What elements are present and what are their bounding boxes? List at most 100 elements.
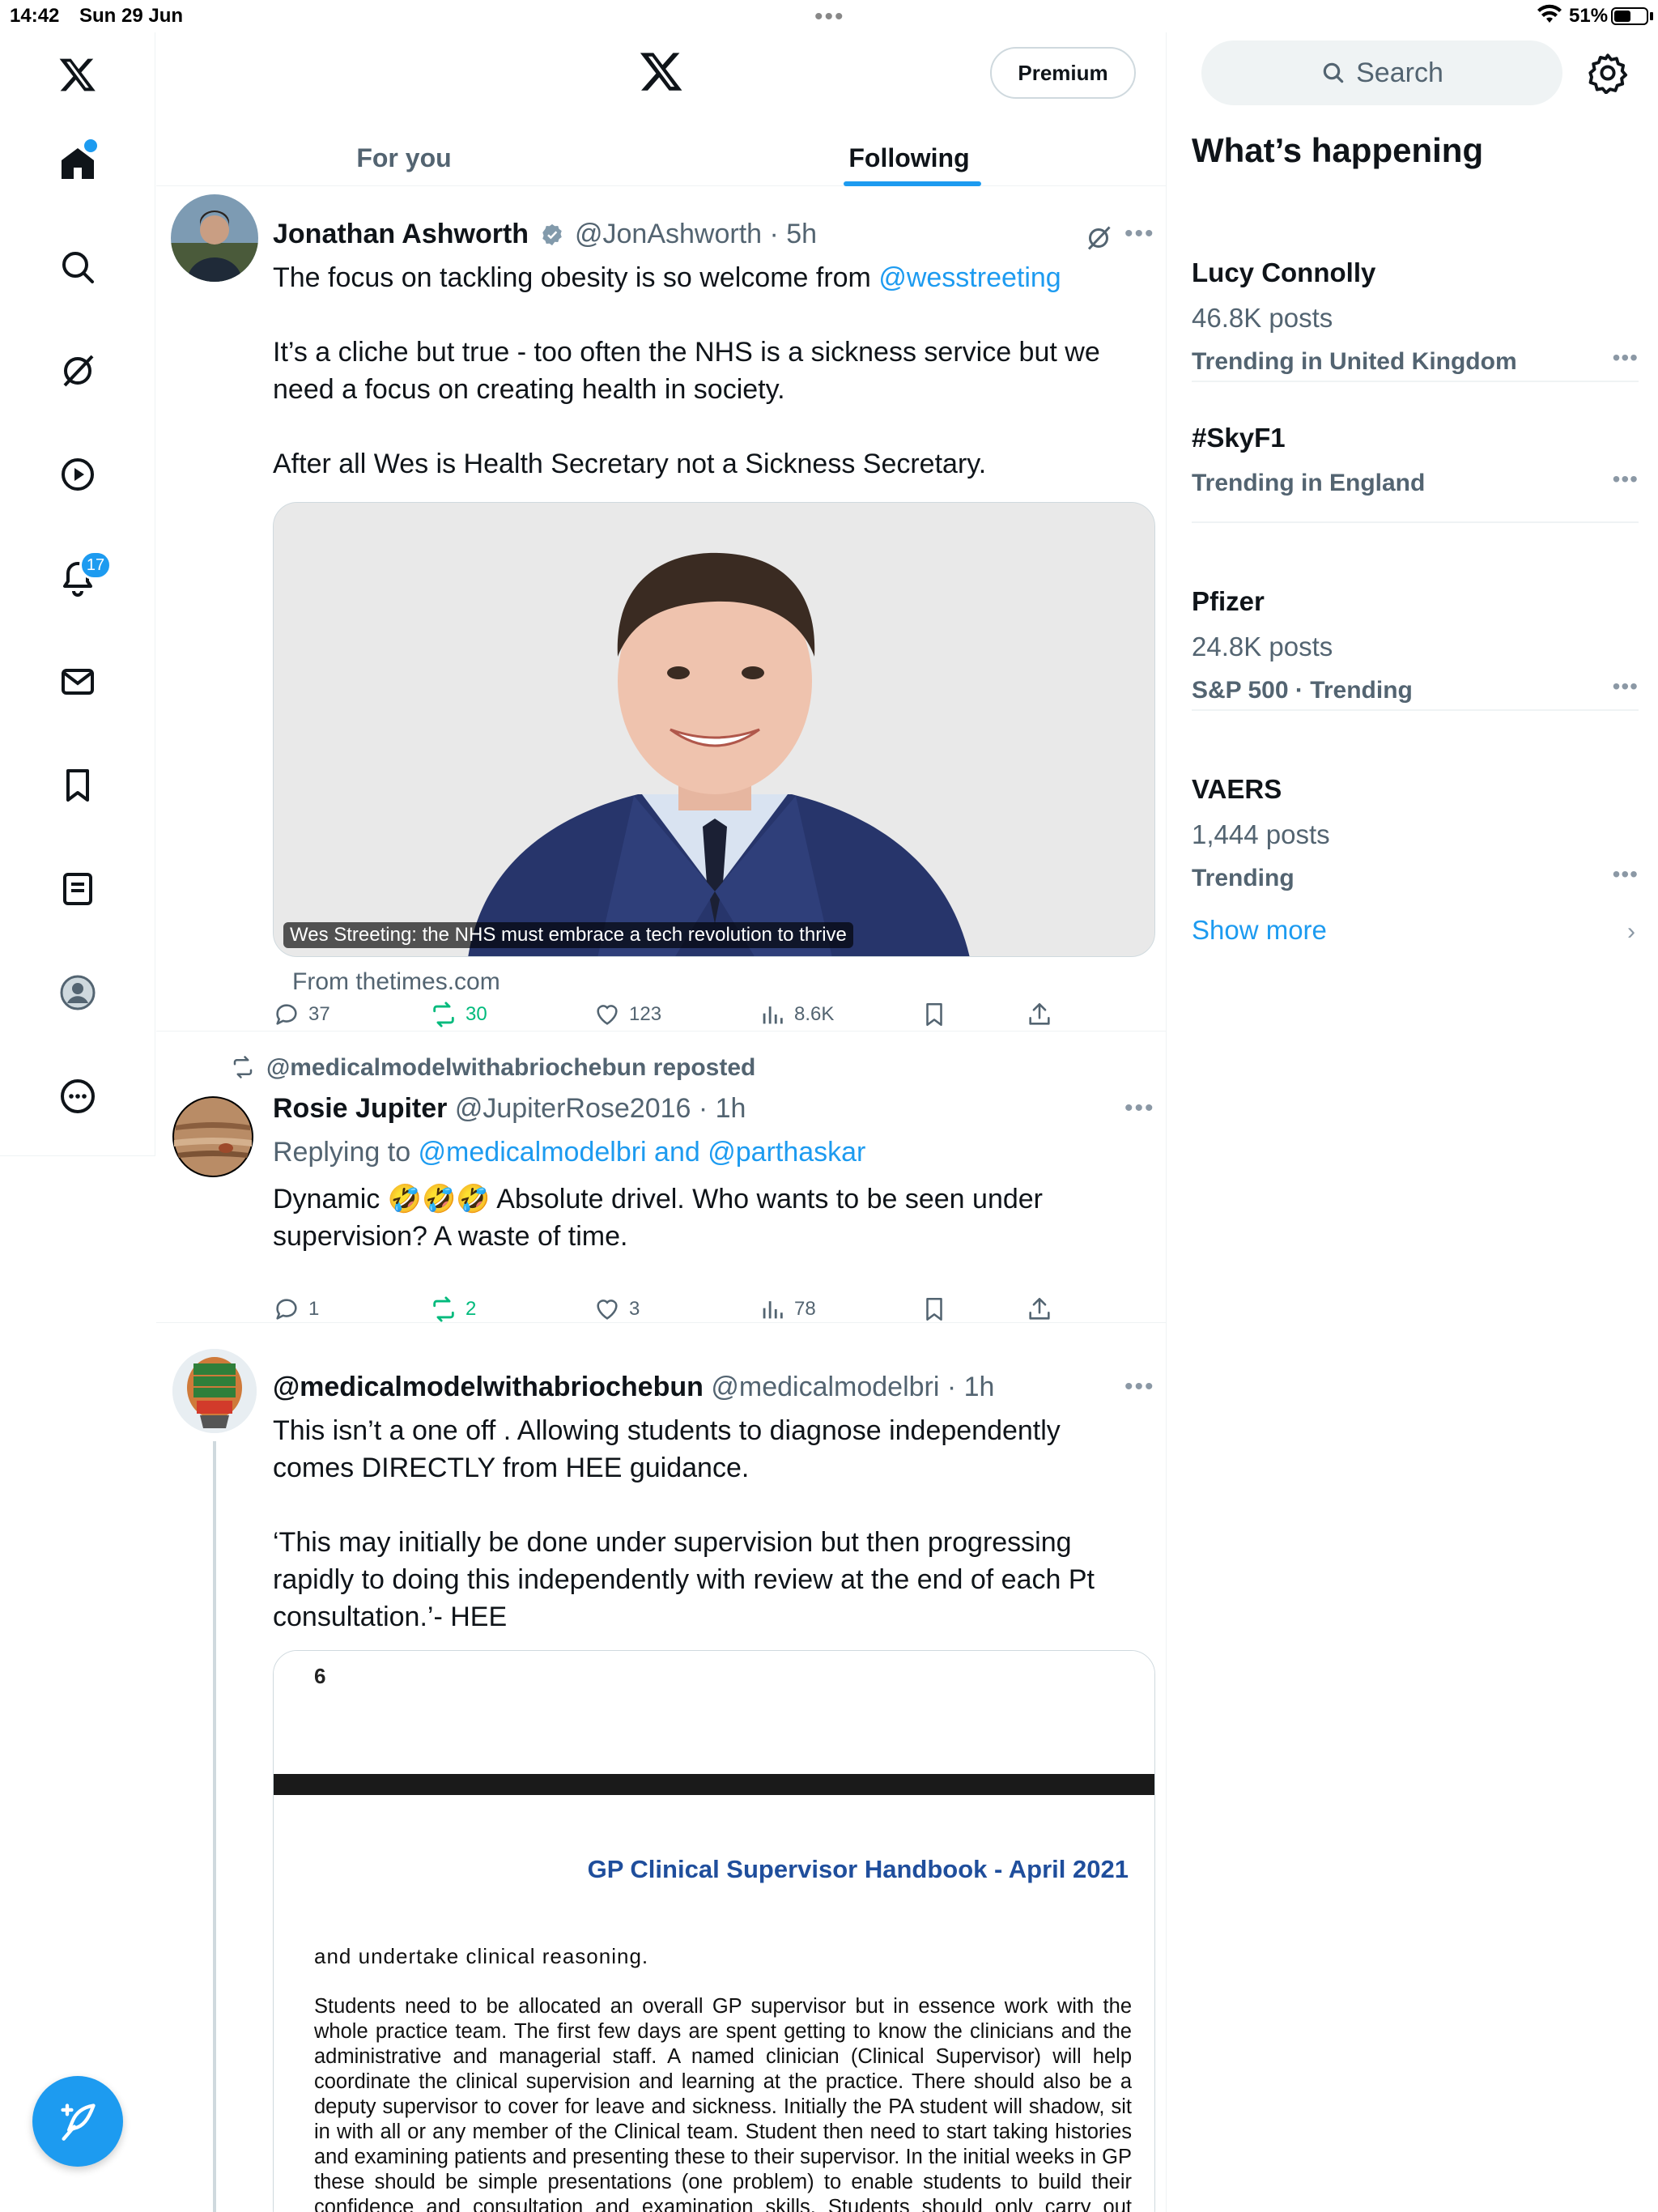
doc-paragraph: Students need to be allocated an overall… bbox=[314, 1995, 1132, 2212]
post-text: Dynamic 🤣🤣🤣 Absolute drivel. Who wants t… bbox=[273, 1184, 1043, 1252]
bookmark-button[interactable] bbox=[920, 1295, 948, 1323]
reply-icon bbox=[276, 1299, 297, 1320]
link-card-caption: Wes Streeting: the NHS must embrace a te… bbox=[283, 922, 853, 948]
share-button[interactable] bbox=[1026, 1001, 1053, 1028]
verified-badge-icon bbox=[542, 223, 562, 246]
gear-icon[interactable] bbox=[1587, 52, 1629, 94]
x-logo-icon[interactable] bbox=[639, 49, 684, 94]
views-chart-icon bbox=[763, 1301, 783, 1319]
notifications-badge: 17 bbox=[79, 551, 112, 580]
compose-post-button[interactable] bbox=[32, 2076, 123, 2167]
replying-to: Replying to @medicalmodelbri and @partha… bbox=[273, 1137, 866, 1168]
video-icon[interactable] bbox=[45, 442, 110, 507]
author-handle[interactable]: @medicalmodelbri bbox=[711, 1372, 939, 1402]
grok-icon[interactable] bbox=[45, 338, 110, 403]
left-nav: 17 bbox=[0, 32, 155, 1156]
repost-button[interactable]: 2 bbox=[430, 1295, 476, 1323]
tab-following[interactable]: Following bbox=[652, 130, 1166, 186]
share-icon bbox=[1029, 1002, 1050, 1025]
messages-icon[interactable] bbox=[45, 649, 110, 714]
compose-feather-icon bbox=[61, 2104, 96, 2141]
search-input[interactable]: Search bbox=[1201, 40, 1562, 105]
post-time[interactable]: 1h bbox=[964, 1372, 995, 1402]
share-button[interactable] bbox=[1026, 1295, 1053, 1323]
timeline: Premium For you Following Jonathan Ashwo… bbox=[156, 32, 1167, 2212]
search-icon bbox=[1323, 62, 1344, 83]
post-medicalmodel[interactable]: @medicalmodelwithabriochebun @medicalmod… bbox=[156, 1323, 1166, 2212]
post-text: The focus on tackling obesity is so welc… bbox=[273, 262, 1100, 479]
link-card-source[interactable]: From thetimes.com bbox=[292, 968, 500, 996]
trend-item[interactable]: Lucy Connolly 46.8K posts Trending in Un… bbox=[1192, 220, 1639, 382]
trend-item[interactable]: Pfizer 24.8K posts S&P 500 · Trending ••… bbox=[1192, 523, 1639, 711]
doc-page-number: 6 bbox=[314, 1664, 326, 1688]
doc-subtitle: and undertake clinical reasoning. bbox=[314, 1944, 649, 1968]
show-more-link[interactable]: Show more bbox=[1192, 915, 1327, 946]
doc-title: GP Clinical Supervisor Handbook - April … bbox=[587, 1855, 1129, 1883]
mention-link[interactable]: @wesstreeting bbox=[878, 262, 1061, 293]
premium-button[interactable]: Premium bbox=[990, 47, 1136, 99]
more-icon[interactable]: ••• bbox=[1613, 674, 1639, 700]
more-icon[interactable]: ••• bbox=[1124, 220, 1155, 248]
battery-icon bbox=[1611, 7, 1648, 25]
author-name[interactable]: @medicalmodelwithabriochebun bbox=[273, 1372, 704, 1402]
reposted-by-line: @medicalmodelwithabriochebun reposted bbox=[231, 1054, 755, 1082]
replying-to-links[interactable]: @medicalmodelbri and @parthaskar bbox=[419, 1137, 866, 1168]
more-icon[interactable]: ••• bbox=[1613, 466, 1639, 492]
author-name[interactable]: Jonathan Ashworth bbox=[273, 219, 529, 249]
views-button[interactable]: 8.6K bbox=[759, 1001, 834, 1028]
more-icon[interactable]: ••• bbox=[1613, 345, 1639, 371]
post-time[interactable]: 5h bbox=[786, 219, 817, 249]
status-date: Sun 29 Jun bbox=[79, 5, 184, 27]
wes-streeting-photo bbox=[274, 503, 1154, 956]
right-sidebar: Search What’s happening Lucy Connolly 46… bbox=[1167, 32, 1658, 2212]
author-handle[interactable]: @JonAshworth bbox=[575, 219, 762, 249]
home-icon[interactable] bbox=[45, 131, 110, 196]
like-button[interactable]: 3 bbox=[593, 1295, 640, 1323]
bookmark-button[interactable] bbox=[920, 1001, 948, 1028]
trend-item[interactable]: #SkyF1 Trending in England ••• bbox=[1192, 382, 1639, 523]
more-icon[interactable]: ••• bbox=[1124, 1095, 1155, 1122]
tab-for-you[interactable]: For you bbox=[156, 130, 652, 186]
grok-icon[interactable] bbox=[1084, 223, 1113, 253]
repost-icon bbox=[433, 1002, 454, 1027]
post-actions: 37 30 123 8.6K bbox=[273, 1001, 1147, 1033]
search-icon[interactable] bbox=[45, 235, 110, 300]
like-button[interactable]: 123 bbox=[593, 1001, 661, 1028]
timeline-header: Premium For you Following bbox=[156, 32, 1166, 186]
lists-icon[interactable] bbox=[45, 857, 110, 921]
bookmarks-icon[interactable] bbox=[45, 753, 110, 818]
avatar[interactable] bbox=[171, 194, 258, 282]
heart-icon bbox=[597, 1300, 618, 1320]
home-unread-dot bbox=[84, 139, 97, 152]
whats-happening-title: What’s happening bbox=[1192, 131, 1484, 169]
profile-avatar-icon[interactable] bbox=[45, 960, 110, 1025]
link-card-image[interactable]: Wes Streeting: the NHS must embrace a te… bbox=[273, 502, 1155, 957]
bookmark-icon bbox=[926, 1297, 942, 1321]
battery-percent: 51% bbox=[1569, 5, 1609, 27]
multitasking-dots-icon[interactable]: ••• bbox=[814, 3, 845, 31]
heart-icon bbox=[597, 1005, 618, 1025]
views-button[interactable]: 78 bbox=[759, 1295, 816, 1323]
trend-item[interactable]: VAERS 1,444 posts Trending ••• bbox=[1192, 711, 1639, 899]
reply-button[interactable]: 1 bbox=[273, 1295, 319, 1323]
share-icon bbox=[1029, 1297, 1050, 1320]
avatar[interactable] bbox=[172, 1096, 253, 1177]
repost-icon bbox=[433, 1296, 454, 1322]
x-logo-icon[interactable] bbox=[45, 42, 110, 107]
chevron-right-icon: › bbox=[1627, 918, 1635, 945]
more-icon[interactable]: ••• bbox=[1613, 861, 1639, 887]
bookmark-icon bbox=[926, 1002, 942, 1027]
more-options-icon[interactable] bbox=[45, 1064, 110, 1129]
reply-button[interactable]: 37 bbox=[273, 1001, 330, 1028]
author-name[interactable]: Rosie Jupiter bbox=[273, 1093, 447, 1124]
avatar[interactable] bbox=[172, 1349, 257, 1433]
handbook-page: 6 GP Clinical Supervisor Handbook - Apri… bbox=[274, 1651, 1154, 2212]
repost-button[interactable]: 30 bbox=[430, 1001, 487, 1028]
author-handle[interactable]: @JupiterRose2016 bbox=[455, 1093, 691, 1124]
post-rosie-jupiter[interactable]: @medicalmodelwithabriochebun reposted Ro… bbox=[156, 1032, 1166, 1323]
more-icon[interactable]: ••• bbox=[1124, 1373, 1155, 1401]
status-time: 14:42 bbox=[10, 5, 60, 27]
document-image[interactable]: 6 GP Clinical Supervisor Handbook - Apri… bbox=[273, 1650, 1155, 2212]
post-jonathan-ashworth[interactable]: Jonathan Ashworth @JonAshworth · 5h ••• … bbox=[156, 186, 1166, 1033]
post-time[interactable]: 1h bbox=[716, 1093, 746, 1124]
